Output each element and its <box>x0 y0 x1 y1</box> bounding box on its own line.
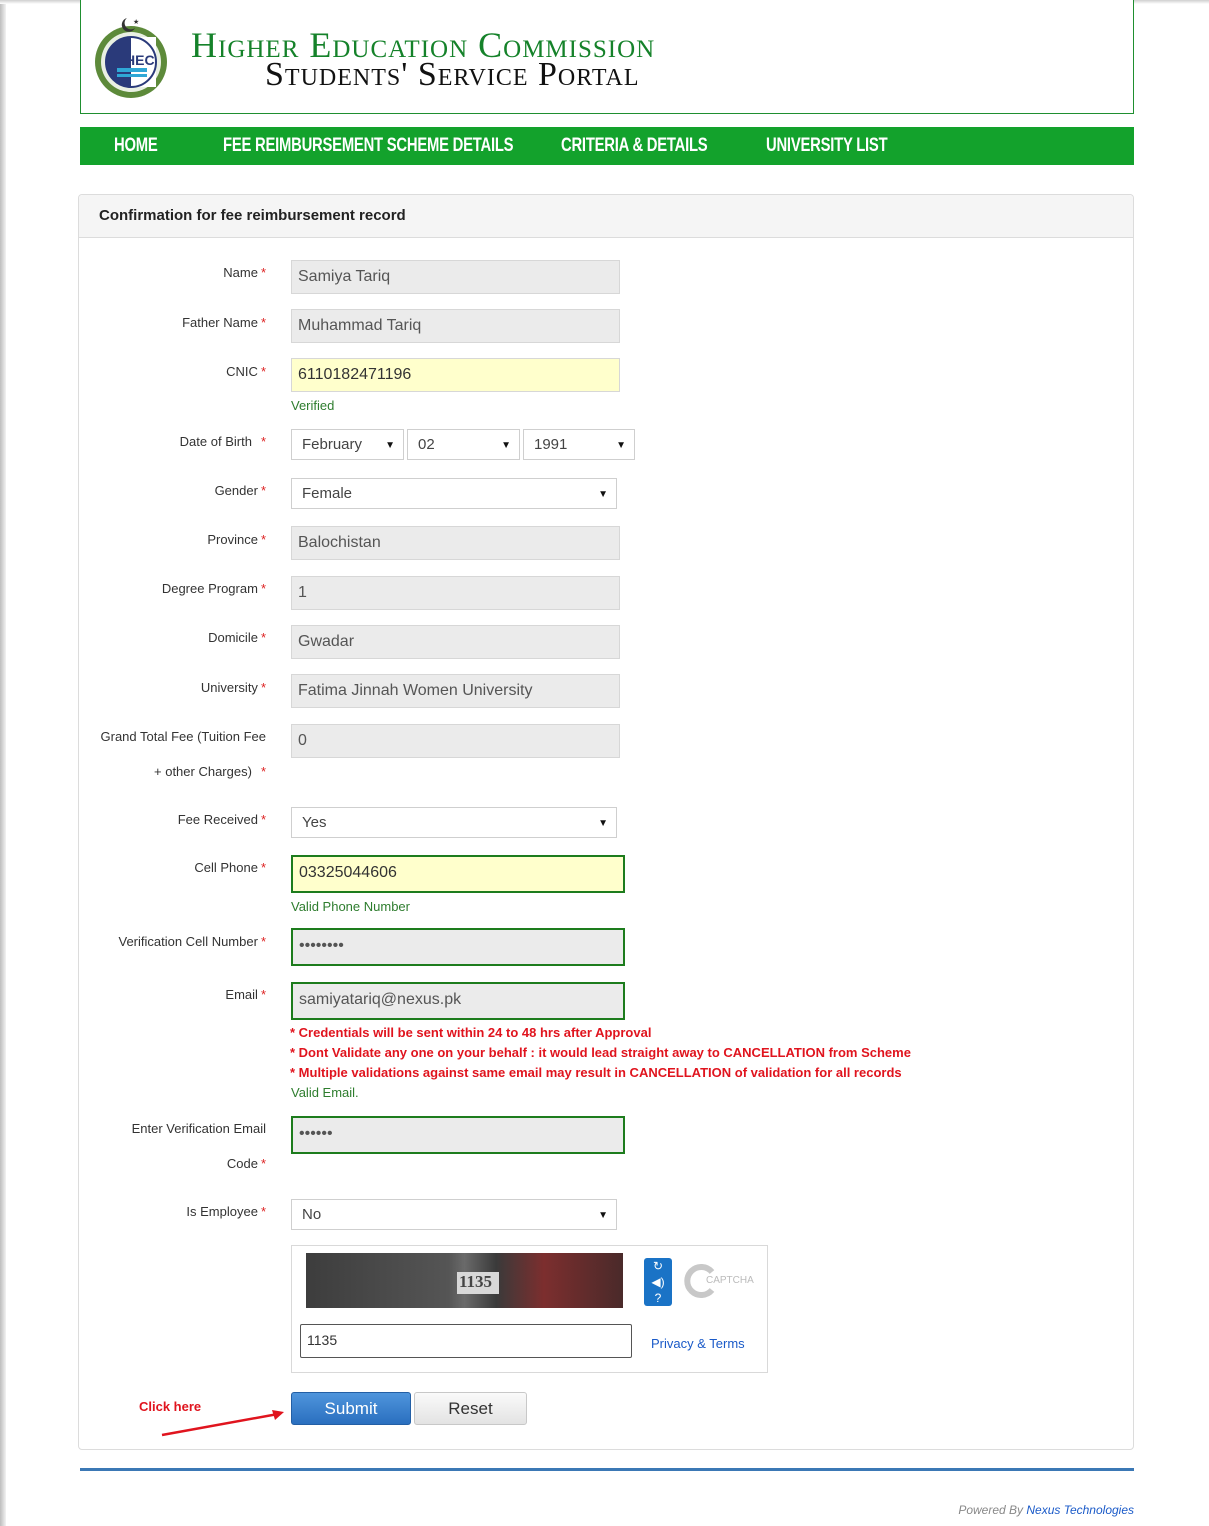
email-status: Valid Email. <box>291 1085 359 1100</box>
verification-email-label-line2: Code * <box>226 1156 266 1171</box>
verification-email-label-line1: Enter Verification Email <box>131 1121 266 1136</box>
grand-total-label-line1: Grand Total Fee (Tuition Fee <box>100 729 266 744</box>
province-label: Province * <box>207 532 266 547</box>
is-employee-select[interactable]: No ▼ <box>291 1199 617 1230</box>
fee-received-select[interactable]: Yes ▼ <box>291 807 617 838</box>
captcha-input[interactable]: 1135 <box>300 1324 632 1358</box>
dob-label: Date of Birth * <box>179 434 266 449</box>
chevron-down-icon: ▼ <box>598 489 608 500</box>
fee-received-label: Fee Received * <box>177 812 266 827</box>
degree-program-field[interactable]: 1 <box>291 576 620 610</box>
name-label: Name * <box>223 265 266 280</box>
main-nav: HOME FEE REIMBURSEMENT SCHEME DETAILS CR… <box>80 127 1134 165</box>
grand-total-field[interactable]: 0 <box>291 724 620 758</box>
captcha-logo: CAPTCHA <box>684 1264 764 1298</box>
dob-month-select[interactable]: February ▼ <box>291 429 404 460</box>
svg-text:HEC: HEC <box>125 52 155 68</box>
chevron-down-icon: ▼ <box>501 440 511 451</box>
gender-label: Gender * <box>214 483 266 498</box>
nav-fee-scheme-details[interactable]: FEE REIMBURSEMENT SCHEME DETAILS <box>223 135 514 157</box>
email-field[interactable]: samiyatariq@nexus.pk <box>291 982 625 1020</box>
email-label: Email * <box>225 987 266 1002</box>
cnic-label: CNIC * <box>226 364 266 379</box>
chevron-down-icon: ▼ <box>598 818 608 829</box>
nav-home[interactable]: HOME <box>114 135 158 157</box>
degree-program-label: Degree Program * <box>161 581 266 596</box>
cnic-status: Verified <box>291 398 335 413</box>
verification-email-field[interactable]: •••••• <box>291 1116 625 1154</box>
name-field[interactable]: Samiya Tariq <box>291 260 620 294</box>
province-field[interactable]: Balochistan <box>291 526 620 560</box>
verification-cell-field[interactable]: •••••••• <box>291 928 625 966</box>
captcha-controls: ↻ ◀) ? <box>644 1258 672 1306</box>
email-warning-credentials: * Credentials will be sent within 24 to … <box>290 1025 652 1040</box>
audio-icon[interactable]: ◀) <box>644 1274 672 1290</box>
portal-title-line2: Students' Service Portal <box>265 56 640 93</box>
footer-company-link[interactable]: Nexus Technologies <box>1026 1503 1134 1517</box>
university-label: University * <box>200 680 266 695</box>
nav-university-list[interactable]: UNIVERSITY LIST <box>766 135 888 157</box>
refresh-icon[interactable]: ↻ <box>644 1258 672 1274</box>
father-name-label: Father Name * <box>182 315 266 330</box>
cell-phone-label: Cell Phone * <box>194 860 266 875</box>
svg-text:★: ★ <box>133 18 139 26</box>
domicile-label: Domicile * <box>208 630 266 645</box>
nav-criteria-details[interactable]: CRITERIA & DETAILS <box>561 135 708 157</box>
dob-year-select[interactable]: 1991 ▼ <box>523 429 635 460</box>
domicile-field[interactable]: Gwadar <box>291 625 620 659</box>
help-icon[interactable]: ? <box>644 1290 672 1306</box>
chevron-down-icon: ▼ <box>385 440 395 451</box>
grand-total-label-line2: + other Charges) * <box>154 764 266 779</box>
submit-button[interactable]: Submit <box>291 1392 411 1425</box>
footer-divider <box>80 1468 1134 1471</box>
page-edge-shadow <box>0 0 6 1526</box>
footer-credit: Powered By Nexus Technologies <box>958 1503 1134 1517</box>
captcha-privacy-link[interactable]: Privacy & Terms <box>651 1336 745 1351</box>
is-employee-label: Is Employee * <box>186 1204 266 1219</box>
cnic-field[interactable]: 6110182471196 <box>291 358 620 392</box>
email-warning-multiple: * Multiple validations against same emai… <box>290 1065 902 1080</box>
captcha-image: 1135 <box>306 1253 623 1308</box>
captcha-widget: 1135 ↻ ◀) ? CAPTCHA 1135 Privacy & Terms <box>291 1245 768 1373</box>
reset-button[interactable]: Reset <box>414 1392 527 1425</box>
chevron-down-icon: ▼ <box>598 1210 608 1221</box>
university-field[interactable]: Fatima Jinnah Women University <box>291 674 620 708</box>
father-name-field[interactable]: Muhammad Tariq <box>291 309 620 343</box>
cell-phone-status: Valid Phone Number <box>291 899 410 914</box>
dob-day-select[interactable]: 02 ▼ <box>407 429 520 460</box>
captcha-image-text: 1135 <box>457 1272 499 1294</box>
annotation-arrow-icon <box>161 1410 284 1437</box>
gender-select[interactable]: Female ▼ <box>291 478 617 509</box>
chevron-down-icon: ▼ <box>616 440 626 451</box>
panel-heading: Confirmation for fee reimbursement recor… <box>79 195 1133 238</box>
site-header: HEC ★ Higher Education Commission Studen… <box>80 0 1134 114</box>
hec-logo: HEC ★ <box>89 14 173 104</box>
email-warning-behalf: * Dont Validate any one on your behalf :… <box>290 1045 911 1060</box>
verification-cell-label: Verification Cell Number * <box>118 934 266 949</box>
cell-phone-field[interactable]: 03325044606 <box>291 855 625 893</box>
